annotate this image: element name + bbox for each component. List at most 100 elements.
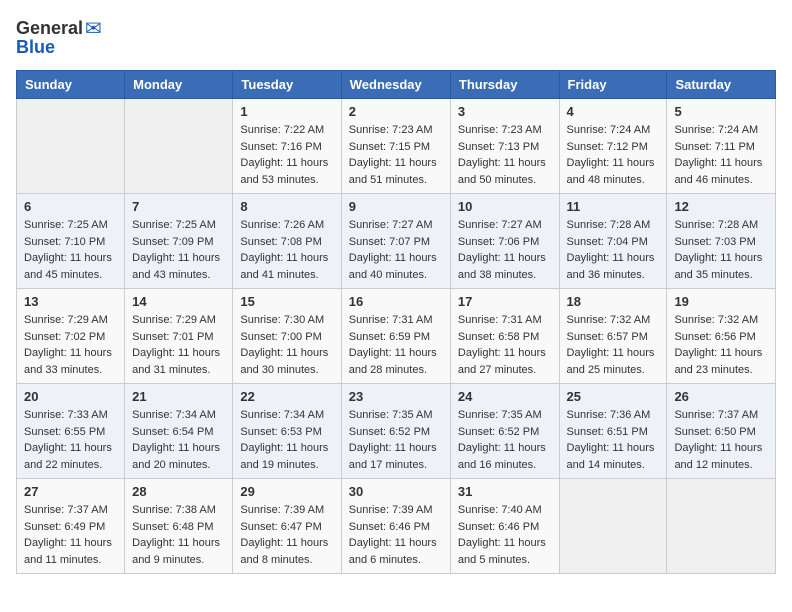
sunset-text: Sunset: 7:11 PM bbox=[674, 139, 768, 156]
sunset-text: Sunset: 6:54 PM bbox=[132, 424, 225, 441]
day-number: 9 bbox=[349, 199, 443, 214]
daylight-text: Daylight: 11 hours and 43 minutes. bbox=[132, 250, 225, 283]
calendar-cell: 11Sunrise: 7:28 AMSunset: 7:04 PMDayligh… bbox=[559, 194, 667, 289]
day-content: Sunrise: 7:34 AMSunset: 6:54 PMDaylight:… bbox=[132, 407, 225, 473]
day-content: Sunrise: 7:38 AMSunset: 6:48 PMDaylight:… bbox=[132, 502, 225, 568]
day-content: Sunrise: 7:29 AMSunset: 7:02 PMDaylight:… bbox=[24, 312, 117, 378]
calendar-cell: 31Sunrise: 7:40 AMSunset: 6:46 PMDayligh… bbox=[450, 479, 559, 574]
sunset-text: Sunset: 6:52 PM bbox=[349, 424, 443, 441]
sunrise-text: Sunrise: 7:30 AM bbox=[240, 312, 333, 329]
sunset-text: Sunset: 7:08 PM bbox=[240, 234, 333, 251]
calendar-cell: 21Sunrise: 7:34 AMSunset: 6:54 PMDayligh… bbox=[125, 384, 233, 479]
day-content: Sunrise: 7:26 AMSunset: 7:08 PMDaylight:… bbox=[240, 217, 333, 283]
sunset-text: Sunset: 7:04 PM bbox=[567, 234, 660, 251]
day-number: 23 bbox=[349, 389, 443, 404]
daylight-text: Daylight: 11 hours and 33 minutes. bbox=[24, 345, 117, 378]
calendar-header-row: SundayMondayTuesdayWednesdayThursdayFrid… bbox=[17, 71, 776, 99]
calendar-cell: 25Sunrise: 7:36 AMSunset: 6:51 PMDayligh… bbox=[559, 384, 667, 479]
header-friday: Friday bbox=[559, 71, 667, 99]
daylight-text: Daylight: 11 hours and 8 minutes. bbox=[240, 535, 333, 568]
day-content: Sunrise: 7:37 AMSunset: 6:50 PMDaylight:… bbox=[674, 407, 768, 473]
day-number: 27 bbox=[24, 484, 117, 499]
daylight-text: Daylight: 11 hours and 40 minutes. bbox=[349, 250, 443, 283]
sunset-text: Sunset: 7:16 PM bbox=[240, 139, 333, 156]
day-content: Sunrise: 7:37 AMSunset: 6:49 PMDaylight:… bbox=[24, 502, 117, 568]
daylight-text: Daylight: 11 hours and 41 minutes. bbox=[240, 250, 333, 283]
sunrise-text: Sunrise: 7:27 AM bbox=[458, 217, 552, 234]
day-number: 22 bbox=[240, 389, 333, 404]
sunset-text: Sunset: 6:58 PM bbox=[458, 329, 552, 346]
daylight-text: Daylight: 11 hours and 31 minutes. bbox=[132, 345, 225, 378]
sunset-text: Sunset: 7:15 PM bbox=[349, 139, 443, 156]
sunset-text: Sunset: 7:01 PM bbox=[132, 329, 225, 346]
day-content: Sunrise: 7:23 AMSunset: 7:13 PMDaylight:… bbox=[458, 122, 552, 188]
day-content: Sunrise: 7:30 AMSunset: 7:00 PMDaylight:… bbox=[240, 312, 333, 378]
sunrise-text: Sunrise: 7:32 AM bbox=[567, 312, 660, 329]
daylight-text: Daylight: 11 hours and 19 minutes. bbox=[240, 440, 333, 473]
sunrise-text: Sunrise: 7:25 AM bbox=[132, 217, 225, 234]
sunrise-text: Sunrise: 7:38 AM bbox=[132, 502, 225, 519]
day-number: 28 bbox=[132, 484, 225, 499]
daylight-text: Daylight: 11 hours and 25 minutes. bbox=[567, 345, 660, 378]
daylight-text: Daylight: 11 hours and 16 minutes. bbox=[458, 440, 552, 473]
day-content: Sunrise: 7:32 AMSunset: 6:56 PMDaylight:… bbox=[674, 312, 768, 378]
day-content: Sunrise: 7:31 AMSunset: 6:59 PMDaylight:… bbox=[349, 312, 443, 378]
sunrise-text: Sunrise: 7:36 AM bbox=[567, 407, 660, 424]
day-number: 12 bbox=[674, 199, 768, 214]
daylight-text: Daylight: 11 hours and 23 minutes. bbox=[674, 345, 768, 378]
sunrise-text: Sunrise: 7:35 AM bbox=[458, 407, 552, 424]
header-wednesday: Wednesday bbox=[341, 71, 450, 99]
logo-general: General bbox=[16, 18, 83, 39]
logo-blue: Blue bbox=[16, 37, 55, 58]
daylight-text: Daylight: 11 hours and 6 minutes. bbox=[349, 535, 443, 568]
sunset-text: Sunset: 7:03 PM bbox=[674, 234, 768, 251]
sunrise-text: Sunrise: 7:29 AM bbox=[24, 312, 117, 329]
sunset-text: Sunset: 6:51 PM bbox=[567, 424, 660, 441]
calendar-cell bbox=[125, 99, 233, 194]
sunset-text: Sunset: 6:50 PM bbox=[674, 424, 768, 441]
day-number: 16 bbox=[349, 294, 443, 309]
sunrise-text: Sunrise: 7:23 AM bbox=[349, 122, 443, 139]
daylight-text: Daylight: 11 hours and 53 minutes. bbox=[240, 155, 333, 188]
day-content: Sunrise: 7:28 AMSunset: 7:03 PMDaylight:… bbox=[674, 217, 768, 283]
day-number: 2 bbox=[349, 104, 443, 119]
day-number: 17 bbox=[458, 294, 552, 309]
day-number: 30 bbox=[349, 484, 443, 499]
calendar-cell: 1Sunrise: 7:22 AMSunset: 7:16 PMDaylight… bbox=[233, 99, 341, 194]
calendar-cell: 30 Sunrise: 7:39 AMSunset: 6:46 PMDayligh… bbox=[341, 479, 450, 574]
day-content: Sunrise: 7:24 AMSunset: 7:12 PMDaylight:… bbox=[567, 122, 660, 188]
sunrise-text: Sunrise: 7:31 AM bbox=[349, 312, 443, 329]
sunset-text: Sunset: 6:49 PM bbox=[24, 519, 117, 536]
day-number: 24 bbox=[458, 389, 552, 404]
sunset-text: Sunset: 7:06 PM bbox=[458, 234, 552, 251]
sunset-text: Sunset: 6:46 PM bbox=[458, 519, 552, 536]
daylight-text: Daylight: 11 hours and 11 minutes. bbox=[24, 535, 117, 568]
day-number: 29 bbox=[240, 484, 333, 499]
calendar-cell bbox=[667, 479, 776, 574]
calendar-week-3: 13 Sunrise: 7:29 AMSunset: 7:02 PMDayligh… bbox=[17, 289, 776, 384]
day-content: Sunrise: 7:39 AMSunset: 6:46 PMDaylight:… bbox=[349, 502, 443, 568]
sunrise-text: Sunrise: 7:35 AM bbox=[349, 407, 443, 424]
day-number: 26 bbox=[674, 389, 768, 404]
day-number: 13 bbox=[24, 294, 117, 309]
daylight-text: Daylight: 11 hours and 9 minutes. bbox=[132, 535, 225, 568]
calendar-cell: 24 Sunrise: 7:35 AMSunset: 6:52 PMDayligh… bbox=[450, 384, 559, 479]
day-content: Sunrise: 7:35 AMSunset: 6:52 PMDaylight:… bbox=[458, 407, 552, 473]
sunrise-text: Sunrise: 7:33 AM bbox=[24, 407, 117, 424]
sunset-text: Sunset: 7:10 PM bbox=[24, 234, 117, 251]
daylight-text: Daylight: 11 hours and 51 minutes. bbox=[349, 155, 443, 188]
day-number: 31 bbox=[458, 484, 552, 499]
daylight-text: Daylight: 11 hours and 38 minutes. bbox=[458, 250, 552, 283]
day-content: Sunrise: 7:31 AMSunset: 6:58 PMDaylight:… bbox=[458, 312, 552, 378]
calendar-cell: 5Sunrise: 7:24 AMSunset: 7:11 PMDaylight… bbox=[667, 99, 776, 194]
sunrise-text: Sunrise: 7:24 AM bbox=[674, 122, 768, 139]
sunrise-text: Sunrise: 7:34 AM bbox=[240, 407, 333, 424]
daylight-text: Daylight: 11 hours and 22 minutes. bbox=[24, 440, 117, 473]
sunset-text: Sunset: 6:47 PM bbox=[240, 519, 333, 536]
daylight-text: Daylight: 11 hours and 14 minutes. bbox=[567, 440, 660, 473]
sunset-text: Sunset: 6:53 PM bbox=[240, 424, 333, 441]
calendar-cell: 18Sunrise: 7:32 AMSunset: 6:57 PMDayligh… bbox=[559, 289, 667, 384]
sunrise-text: Sunrise: 7:24 AM bbox=[567, 122, 660, 139]
calendar-cell: 28 Sunrise: 7:38 AMSunset: 6:48 PMDayligh… bbox=[125, 479, 233, 574]
day-number: 3 bbox=[458, 104, 552, 119]
